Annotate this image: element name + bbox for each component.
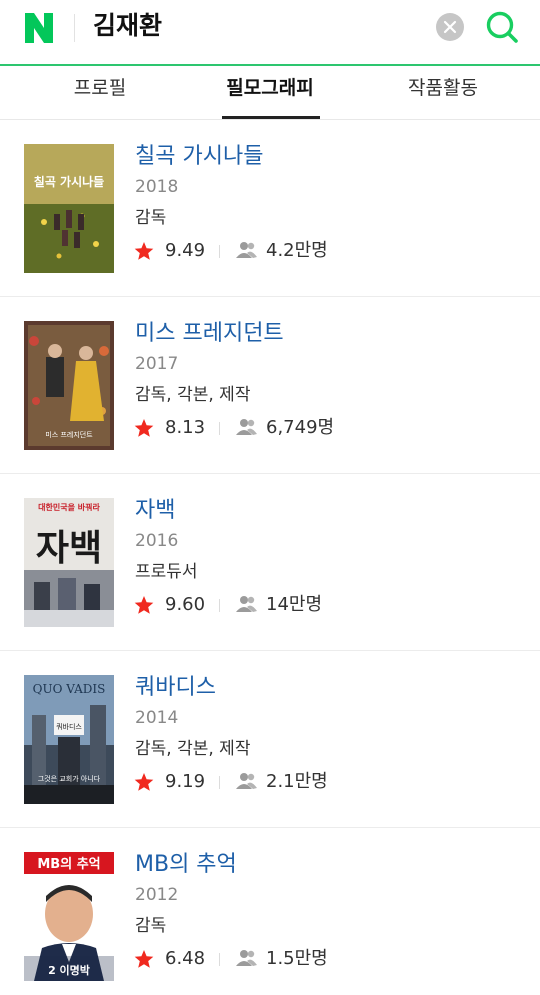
film-rating: 9.19: [165, 771, 206, 792]
meta-divider: [219, 776, 220, 789]
poster-title: QUO VADIS: [33, 682, 106, 696]
audience-icon: [236, 242, 257, 258]
audience-icon: [236, 419, 257, 435]
film-item[interactable]: 미스 프레지던트 미스 프레지던트 2017 감독, 각본, 제작 8.13 6…: [0, 297, 540, 474]
film-rating: 8.13: [165, 417, 206, 438]
poster-title: MB의 추억: [37, 856, 100, 872]
poster-caption: 2 이명박: [48, 963, 90, 977]
film-title[interactable]: 자백: [135, 496, 175, 526]
film-role: 감독: [135, 916, 167, 936]
film-audience: 1.5만명: [266, 948, 328, 969]
film-audience: 14만명: [266, 594, 323, 615]
film-title[interactable]: 칠곡 가시나들: [135, 142, 263, 172]
audience-icon: [236, 596, 257, 612]
poster-sign: 쿼바디스: [56, 722, 82, 731]
film-audience: 2.1만명: [266, 771, 328, 792]
search-header: 김재환: [0, 0, 540, 66]
star-icon: [134, 596, 154, 614]
poster-title: 자백: [36, 528, 102, 569]
film-poster[interactable]: MB의 추억 2 이명박: [24, 852, 114, 981]
film-item[interactable]: QUO VADIS 쿼바디스 그것은 교회가 아니다 쿼바디스 2014 감독,…: [0, 651, 540, 828]
audience-icon: [236, 950, 257, 966]
film-rating: 9.49: [165, 240, 206, 261]
film-item[interactable]: 칠곡 가시나들 칠곡 가시나들 2018 감독 9.49 4.2만명: [0, 120, 540, 297]
tab-filmography[interactable]: 필모그래피: [220, 68, 320, 120]
meta-divider: [219, 245, 220, 258]
film-year: 2017: [135, 354, 179, 374]
search-query[interactable]: 김재환: [93, 8, 162, 44]
film-poster[interactable]: 칠곡 가시나들: [24, 144, 114, 273]
film-year: 2014: [135, 708, 179, 728]
film-year: 2012: [135, 885, 179, 905]
film-title[interactable]: 쿼바디스: [135, 673, 216, 703]
audience-icon: [236, 773, 257, 789]
poster-title: 칠곡 가시나들: [34, 174, 104, 189]
naver-logo-icon[interactable]: [23, 13, 55, 43]
meta-divider: [219, 599, 220, 612]
poster-caption: 그것은 교회가 아니다: [38, 774, 101, 783]
close-icon: [443, 20, 457, 34]
poster-title: 미스 프레지던트: [45, 430, 93, 439]
film-item[interactable]: MB의 추억 2 이명박 MB의 추억 2012 감독 6.48 1.5만명: [0, 828, 540, 995]
film-poster[interactable]: 미스 프레지던트: [24, 321, 114, 450]
meta-divider: [219, 422, 220, 435]
poster-banner: 대한민국을 바꿔라: [38, 502, 100, 512]
star-icon: [134, 419, 154, 437]
tab-profile[interactable]: 프로필: [40, 68, 160, 120]
film-rating: 9.60: [165, 594, 206, 615]
film-role: 감독, 각본, 제작: [135, 385, 251, 405]
film-role: 감독: [135, 208, 167, 228]
film-role: 감독, 각본, 제작: [135, 739, 251, 759]
clear-search-button[interactable]: [436, 13, 464, 41]
film-item[interactable]: 대한민국을 바꿔라 자백 자백 2016 프로듀서 9.60 14만명: [0, 474, 540, 651]
active-tab-indicator: [222, 116, 320, 119]
star-icon: [134, 242, 154, 260]
star-icon: [134, 950, 154, 968]
film-poster[interactable]: QUO VADIS 쿼바디스 그것은 교회가 아니다: [24, 675, 114, 804]
film-title[interactable]: MB의 추억: [135, 850, 237, 880]
tab-bar: 프로필 필모그래피 작품활동: [0, 68, 540, 120]
tab-works[interactable]: 작품활동: [383, 68, 503, 120]
search-icon[interactable]: [484, 9, 520, 45]
film-audience: 4.2만명: [266, 240, 328, 261]
film-role: 프로듀서: [135, 562, 198, 582]
meta-divider: [219, 953, 220, 966]
film-audience: 6,749명: [266, 417, 335, 438]
film-rating: 6.48: [165, 948, 206, 969]
header-divider: [74, 14, 75, 42]
star-icon: [134, 773, 154, 791]
film-year: 2016: [135, 531, 179, 551]
film-title[interactable]: 미스 프레지던트: [135, 319, 284, 349]
film-poster[interactable]: 대한민국을 바꿔라 자백: [24, 498, 114, 627]
film-year: 2018: [135, 177, 179, 197]
